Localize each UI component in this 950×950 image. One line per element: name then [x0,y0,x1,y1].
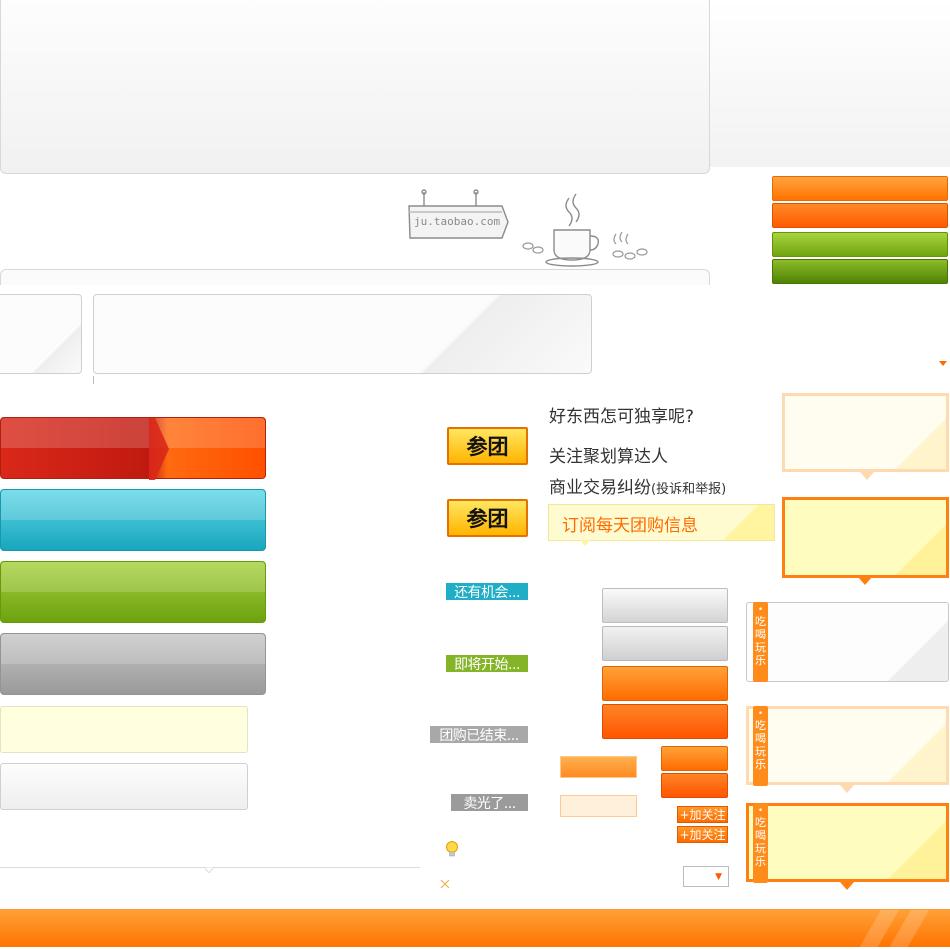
bottom-orange-bar [0,909,950,948]
dispute-link[interactable]: 商业交易纠纷(投诉和举报) [549,473,726,498]
signboard-icon [408,189,509,239]
dispute-link-note: (投诉和举报) [651,482,727,497]
promo-line-share: 好东西怎可独享呢? [549,407,695,427]
grey-button-normal[interactable] [602,588,728,623]
bulb-icon [445,840,459,862]
header-panel [0,0,710,174]
tooltip-box-light [782,393,949,472]
tab-char: 喝 [755,829,766,842]
coffee-cup-icon [545,193,600,267]
green-button-normal[interactable] [772,232,948,257]
dispute-link-main: 商业交易纠纷 [549,478,651,498]
cyan-banner-bar[interactable] [0,489,266,551]
status-tag-more-chances: 还有机会... [446,583,528,601]
red-banner-bar[interactable] [0,417,266,480]
orange-progress-bar [560,756,637,778]
dropdown-select[interactable]: ▼ [683,866,729,887]
orange-button-normal[interactable] [772,176,948,201]
eat-drink-play-tab[interactable]: • 吃 喝 玩 乐 [753,803,768,883]
orange-mini-button-normal[interactable] [661,746,728,771]
tab-char: 玩 [755,641,766,654]
side-panel-pointer-icon [840,882,854,890]
grey-panel-small [0,294,82,374]
side-panel-pointer-icon [840,785,854,793]
side-panel-light [746,706,949,785]
tab-dot: • [757,709,764,719]
tab-dot: • [757,605,764,615]
yellow-input-box[interactable] [0,706,248,753]
green-banner-bar[interactable] [0,561,266,623]
subscribe-daily-button[interactable]: 订阅每天团购信息 [548,504,775,541]
tab-char: 喝 [755,628,766,641]
eat-drink-play-tab[interactable]: • 吃 喝 玩 乐 [753,706,768,786]
corner-arrow-icon [939,361,947,366]
tab-char: 吃 [755,615,766,628]
divider-pointer-icon [204,867,214,873]
green-button-hover[interactable] [772,259,948,284]
tab-dot: • [757,806,764,816]
tab-char: 喝 [755,732,766,745]
status-tag-group-ended: 团购已结束... [430,726,528,744]
tooltip-pointer-icon [858,577,872,585]
tab-char: 乐 [755,654,766,667]
tab-char: 吃 [755,719,766,732]
eat-drink-play-tab[interactable]: • 吃 喝 玩 乐 [753,602,768,682]
tab-char: 乐 [755,855,766,868]
status-tag-starting-soon: 即将开始... [446,655,528,673]
divider-tick [93,376,94,384]
grey-panel-large [93,294,592,374]
follow-button-hover[interactable]: +加关注 [677,826,728,843]
tooltip-pointer-icon [860,472,874,480]
side-panel-grey [746,602,949,682]
tab-char: 玩 [755,842,766,855]
light-progress-bar [560,795,637,817]
grey-banner-bar[interactable] [0,633,266,695]
subscribe-pointer-icon [580,540,590,546]
sketch-illustration [408,189,648,267]
follow-expert-link[interactable]: 关注聚划算达人 [549,442,668,467]
content-panel-top [0,269,710,285]
status-tag-sold-out: 卖光了... [451,794,528,812]
orange-small-button-hover[interactable] [602,704,728,739]
follow-button[interactable]: +加关注 [677,806,728,823]
close-icon[interactable] [440,878,450,893]
tab-char: 乐 [755,758,766,771]
grey-button-hover[interactable] [602,626,728,661]
orange-button-hover[interactable] [772,203,948,228]
tab-char: 吃 [755,816,766,829]
side-panel-highlight [746,803,949,882]
sign-text: ju.taobao.com [414,215,501,228]
tooltip-box-highlight [782,497,949,578]
tab-char: 玩 [755,745,766,758]
grey-input-box[interactable] [0,763,248,810]
orange-mini-button-hover[interactable] [661,773,728,798]
join-group-button[interactable]: 参团 [447,427,528,465]
dropdown-arrow-icon: ▼ [715,872,722,882]
join-group-button-alt[interactable]: 参团 [447,499,528,537]
orange-small-button-normal[interactable] [602,666,728,701]
